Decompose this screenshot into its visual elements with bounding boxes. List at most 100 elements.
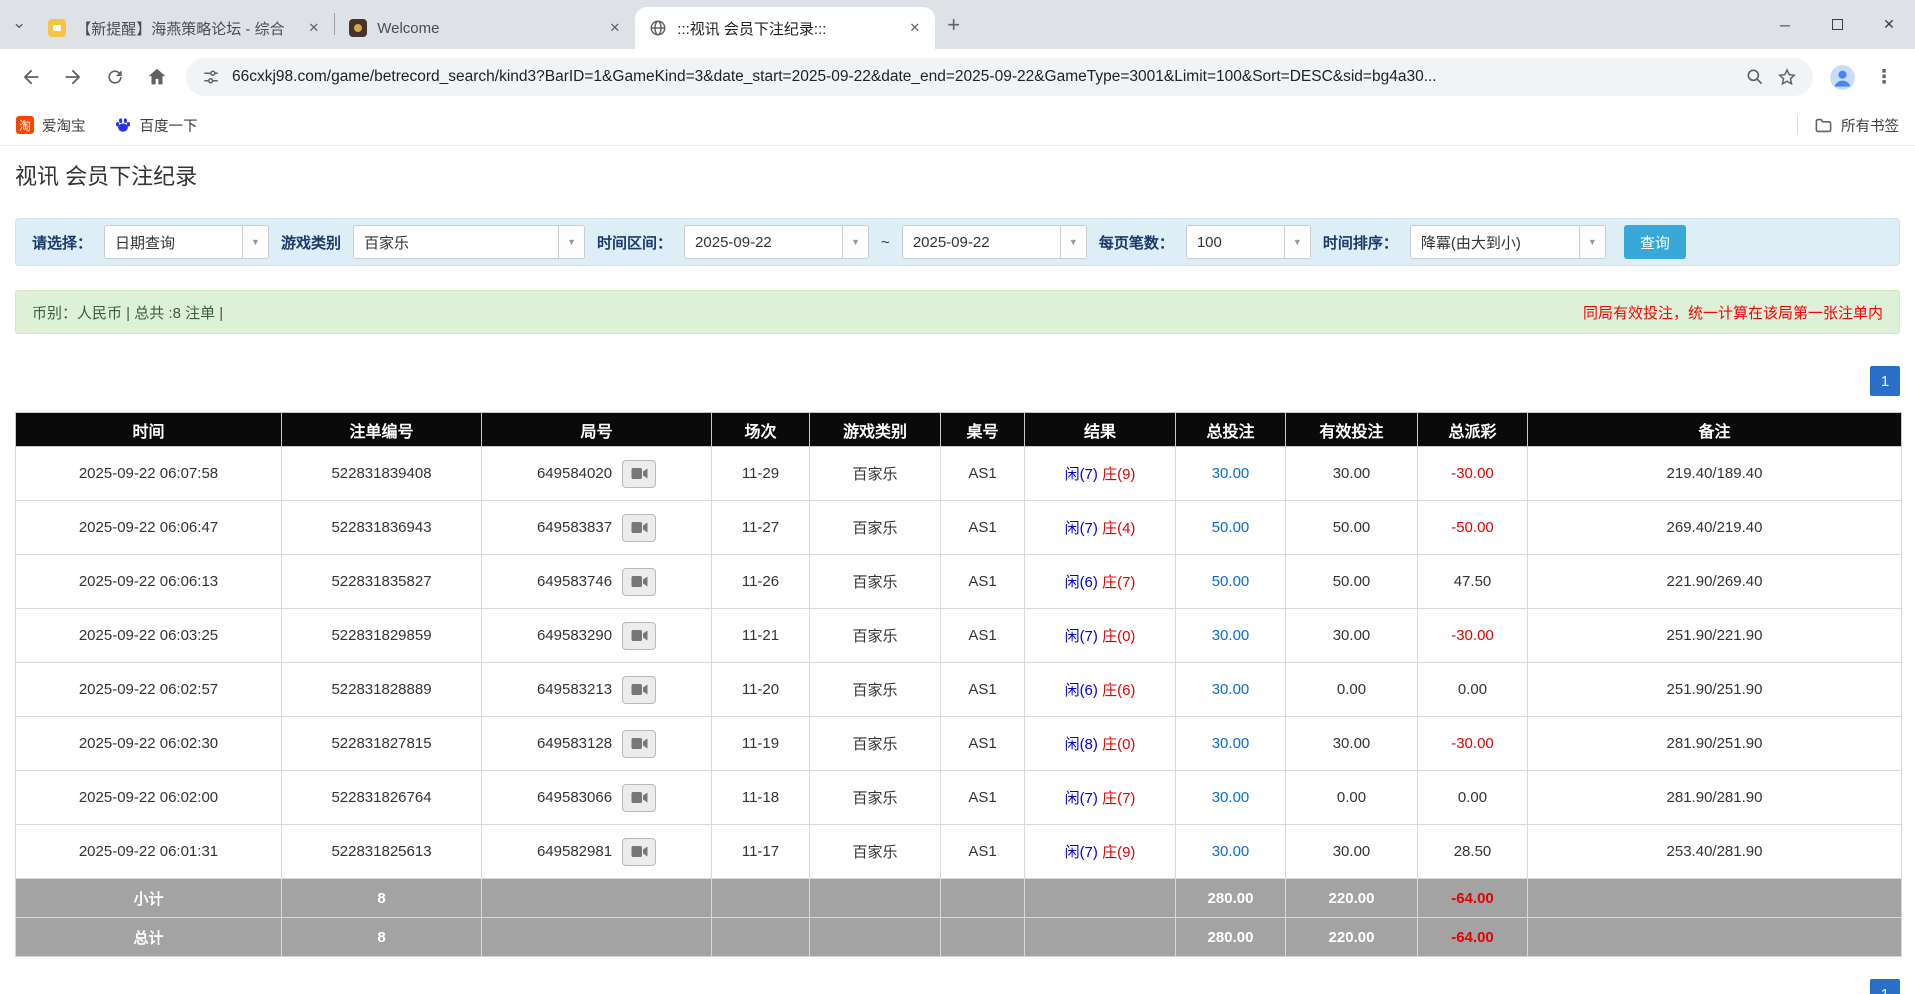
page-number-button[interactable]: 1	[1870, 979, 1900, 994]
close-window-button[interactable]: ✕	[1863, 0, 1915, 49]
url-text[interactable]: 66cxkj98.com/game/betrecord_search/kind3…	[232, 68, 1733, 86]
banker-result: 庄(0)	[1102, 736, 1135, 753]
tab-close-icon[interactable]: ✕	[904, 17, 925, 39]
game-type-select[interactable]: 百家乐 ▼	[353, 225, 585, 259]
bookmark-taobao[interactable]: 淘 爱淘宝	[16, 115, 86, 136]
mode-select-value: 日期查询	[105, 226, 242, 258]
total-bet-value[interactable]: 30.00	[1212, 735, 1250, 752]
round-number: 649583066	[537, 789, 612, 806]
tab-close-icon[interactable]: ✕	[303, 17, 324, 39]
payout: -30.00	[1418, 717, 1528, 771]
valid-bet: 0.00	[1286, 663, 1418, 717]
summary-value	[810, 879, 941, 918]
sort-select[interactable]: 降冪(由大到小) ▼	[1410, 225, 1606, 259]
summary-value	[1025, 918, 1176, 957]
payout: -30.00	[1418, 609, 1528, 663]
banker-result: 庄(9)	[1102, 466, 1135, 483]
date-range-label: 时间区间：	[597, 232, 672, 253]
dropdown-arrow-icon[interactable]: ▼	[558, 226, 584, 258]
filter-bar: 请选择： 日期查询 ▼ 游戏类别 百家乐 ▼ 时间区间： 2025-09-22 …	[15, 218, 1900, 266]
dropdown-arrow-icon[interactable]: ▼	[242, 226, 268, 258]
bet-record-row: 2025-09-22 06:02:30522831827815649583128…	[16, 717, 1902, 771]
summary-value	[941, 918, 1025, 957]
address-bar[interactable]: 66cxkj98.com/game/betrecord_search/kind3…	[186, 58, 1813, 96]
video-replay-button[interactable]	[622, 730, 656, 758]
mode-select[interactable]: 日期查询 ▼	[104, 225, 269, 259]
site-settings-icon[interactable]	[202, 68, 220, 86]
video-replay-button[interactable]	[622, 568, 656, 596]
total-bet-value[interactable]: 30.00	[1212, 627, 1250, 644]
bookmark-label: 百度一下	[140, 115, 198, 136]
game-category: 百家乐	[810, 555, 941, 609]
player-result: 闲(6)	[1065, 574, 1098, 591]
date-start-select[interactable]: 2025-09-22 ▼	[684, 225, 869, 259]
game-result: 闲(6) 庄(7)	[1025, 555, 1176, 609]
maximize-button[interactable]	[1811, 0, 1863, 49]
summary-value	[712, 918, 810, 957]
home-button[interactable]	[136, 56, 178, 98]
bookmark-baidu[interactable]: 百度一下	[114, 115, 198, 136]
payout: 0.00	[1418, 663, 1528, 717]
game-category: 百家乐	[810, 501, 941, 555]
forward-button[interactable]	[52, 56, 94, 98]
banker-result: 庄(6)	[1102, 682, 1135, 699]
browser-tab-betrecord[interactable]: :::视讯 会员下注纪录::: ✕	[635, 7, 935, 49]
total-bet: 50.00	[1176, 555, 1286, 609]
total-bet-value[interactable]: 50.00	[1212, 573, 1250, 590]
round-number: 649583290	[537, 627, 612, 644]
video-icon	[631, 845, 648, 858]
browser-menu-icon[interactable]: ⋮	[1863, 56, 1905, 98]
new-tab-button[interactable]: +	[935, 14, 972, 36]
date-range-separator: ~	[881, 234, 890, 251]
minimize-button[interactable]: ─	[1759, 0, 1811, 49]
tab-close-icon[interactable]: ✕	[604, 17, 625, 39]
bookmark-star-icon[interactable]	[1777, 67, 1797, 87]
refresh-button[interactable]	[94, 56, 136, 98]
total-bet-value[interactable]: 50.00	[1212, 519, 1250, 536]
total-bet-value[interactable]: 30.00	[1212, 465, 1250, 482]
column-header: 结果	[1025, 413, 1176, 447]
zoom-icon[interactable]	[1745, 67, 1765, 87]
page-number-button[interactable]: 1	[1870, 366, 1900, 396]
globe-favicon-icon	[649, 19, 667, 37]
column-header: 游戏类别	[810, 413, 941, 447]
browser-tab-forum[interactable]: 【新提醒】海燕策略论坛 - 综合 ✕	[34, 7, 334, 49]
tab-list-chevron-icon[interactable]: ⌄	[6, 14, 34, 35]
total-bet-value[interactable]: 30.00	[1212, 789, 1250, 806]
valid-bet: 0.00	[1286, 771, 1418, 825]
dropdown-arrow-icon[interactable]: ▼	[1284, 226, 1310, 258]
summary-value	[810, 918, 941, 957]
browser-tab-welcome[interactable]: Welcome ✕	[335, 7, 635, 49]
search-button[interactable]: 查询	[1624, 225, 1686, 259]
date-end-select[interactable]: 2025-09-22 ▼	[902, 225, 1087, 259]
round-id: 649583837	[482, 501, 712, 555]
column-header: 时间	[16, 413, 282, 447]
session-no: 11-21	[712, 609, 810, 663]
profile-avatar[interactable]	[1821, 56, 1863, 98]
video-replay-button[interactable]	[622, 622, 656, 650]
dropdown-arrow-icon[interactable]: ▼	[842, 226, 868, 258]
total-bet-value[interactable]: 30.00	[1212, 681, 1250, 698]
game-category: 百家乐	[810, 771, 941, 825]
video-replay-button[interactable]	[622, 838, 656, 866]
total-bet: 30.00	[1176, 609, 1286, 663]
video-replay-button[interactable]	[622, 514, 656, 542]
video-replay-button[interactable]	[622, 676, 656, 704]
video-replay-button[interactable]	[622, 460, 656, 488]
all-bookmarks-button[interactable]: 所有书签	[1814, 115, 1899, 136]
bet-time: 2025-09-22 06:03:25	[16, 609, 282, 663]
total-bet-value[interactable]: 30.00	[1212, 843, 1250, 860]
summary-label: 总计	[16, 918, 282, 957]
page-size-select[interactable]: 100 ▼	[1186, 225, 1311, 259]
dropdown-arrow-icon[interactable]: ▼	[1579, 226, 1605, 258]
game-type-label: 游戏类别	[281, 232, 341, 253]
back-button[interactable]	[10, 56, 52, 98]
dropdown-arrow-icon[interactable]: ▼	[1060, 226, 1086, 258]
session-no: 11-29	[712, 447, 810, 501]
summary-value	[1025, 879, 1176, 918]
summary-value	[1528, 918, 1902, 957]
video-replay-button[interactable]	[622, 784, 656, 812]
summary-value: 8	[282, 918, 482, 957]
round-number: 649582981	[537, 843, 612, 860]
round-number: 649584020	[537, 465, 612, 482]
